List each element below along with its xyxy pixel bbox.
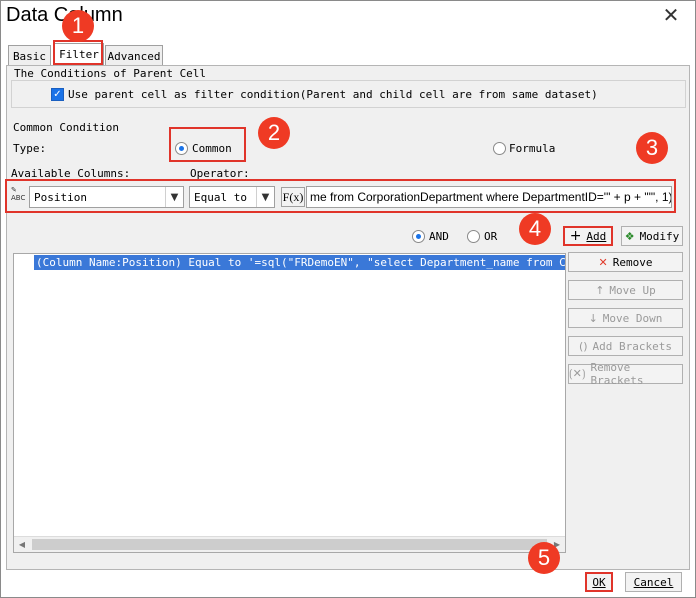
list-item[interactable]: (Column Name:Position) Equal to '=sql("F…	[34, 255, 565, 270]
brackets-icon: ()	[578, 339, 588, 353]
scroll-left-icon[interactable]: ◀	[14, 537, 30, 552]
add-button-label: Add	[586, 229, 607, 243]
add-button[interactable]: + Add	[563, 226, 613, 246]
arrow-down-icon: ↓	[588, 311, 598, 325]
move-down-button[interactable]: ↓ Move Down	[568, 308, 683, 328]
add-brackets-button-label: Add Brackets	[592, 339, 673, 353]
logic-or-radio[interactable]	[467, 230, 480, 243]
type-label: Type:	[13, 142, 47, 155]
remove-brackets-button-label: Remove Brackets	[590, 361, 644, 387]
scrollbar-thumb[interactable]	[32, 539, 547, 550]
remove-button[interactable]: ✕ Remove	[568, 252, 683, 272]
add-brackets-button[interactable]: () Add Brackets	[568, 336, 683, 356]
remove-brackets-button[interactable]: ⟮✕⟯ Remove Brackets	[568, 361, 683, 387]
remove-brackets-icon: ⟮✕⟯	[569, 367, 586, 380]
callout-2: 2	[258, 117, 290, 149]
plus-icon: +	[569, 228, 582, 244]
callout-4: 4	[519, 213, 551, 245]
callout-3: 3	[636, 132, 668, 164]
callout-1: 1	[62, 10, 94, 42]
logic-or-label: OR	[484, 230, 498, 243]
horizontal-scrollbar[interactable]: ◀ ▶	[14, 536, 565, 552]
condition-list[interactable]: (Column Name:Position) Equal to '=sql("F…	[13, 253, 566, 553]
remove-x-icon: ✕	[598, 255, 608, 269]
logic-and-label: AND	[429, 230, 449, 243]
ok-button-label: OK	[592, 575, 606, 589]
parent-cell-group-label: The Conditions of Parent Cell	[14, 67, 207, 80]
cancel-button[interactable]: Cancel	[625, 572, 682, 592]
cancel-button-label: Cancel	[633, 575, 674, 589]
move-down-button-label: Move Down	[602, 311, 663, 325]
use-parent-cell-checkbox[interactable]: ✓	[51, 88, 64, 101]
type-formula-label: Formula	[509, 142, 556, 155]
type-formula-radio[interactable]	[493, 142, 506, 155]
remove-button-label: Remove	[612, 255, 653, 269]
move-up-button-label: Move Up	[609, 283, 656, 297]
use-parent-cell-label: Use parent cell as filter condition(Pare…	[68, 88, 598, 101]
type-common-highlight	[169, 127, 246, 162]
modify-button-label: Modify	[639, 229, 680, 243]
arrow-up-icon: ↑	[595, 283, 605, 297]
ok-button[interactable]: OK	[585, 572, 613, 592]
tab-filter-highlight	[53, 40, 103, 65]
modify-button[interactable]: ❖ Modify	[621, 226, 683, 246]
tab-basic[interactable]: Basic	[8, 45, 51, 66]
modify-icon: ❖	[624, 229, 635, 243]
move-up-button[interactable]: ↑ Move Up	[568, 280, 683, 300]
close-icon[interactable]: ✕	[658, 2, 684, 28]
condition-row-highlight	[5, 179, 676, 213]
logic-and-radio[interactable]	[412, 230, 425, 243]
callout-5: 5	[528, 542, 560, 574]
common-condition-group-label: Common Condition	[13, 121, 119, 134]
tab-advanced[interactable]: Advanced	[105, 45, 163, 66]
